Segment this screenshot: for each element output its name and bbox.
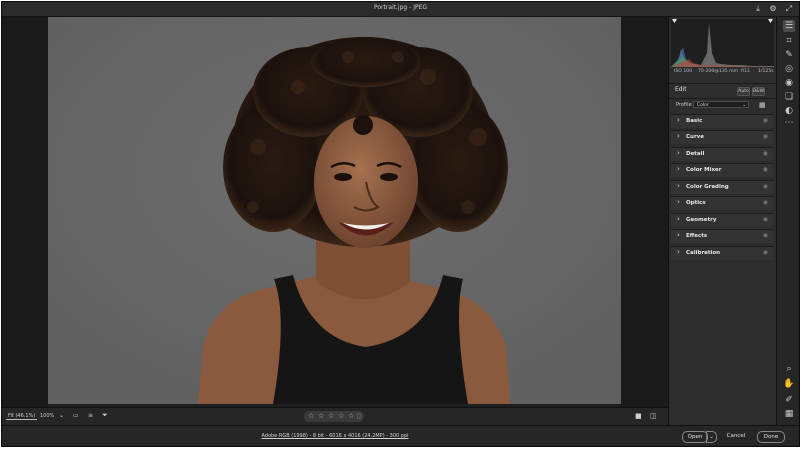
panel-label: Color Grading [686,184,729,190]
panel-calibration[interactable]: › Calibration ◉ [671,246,773,260]
more-icon[interactable]: ⋯ [783,117,795,129]
panel-label: Effects [686,233,708,239]
panel-color-grading[interactable]: › Color Grading ◉ [671,180,773,194]
zoom-icon[interactable]: ⌕ [783,363,795,375]
before-after-icon[interactable]: ◫ [650,412,657,420]
panel-label: Calibration [686,250,721,256]
panel-label: Geometry [686,217,717,223]
single-view-icon[interactable]: ■ [635,412,642,420]
chevron-right-icon: › [677,182,680,190]
redeye-icon[interactable]: ◉ [783,77,795,89]
star-icon[interactable]: ☆ [338,412,344,420]
done-button[interactable]: Done [757,431,785,443]
edit-title: Edit [675,86,687,93]
chevron-down-icon: ⌄ [742,103,746,108]
open-button[interactable]: Open [682,431,708,443]
profile-label: Profile [676,102,692,108]
panel-optics[interactable]: › Optics ◉ [671,196,773,210]
sort-icon[interactable]: ≡ [88,412,93,419]
profile-row: Profile Color ⌄ ▦ [669,99,776,111]
save-icon[interactable]: ⤓ [752,3,764,15]
panel-basic[interactable]: › Basic ◉ [671,114,773,128]
chevron-right-icon: › [677,215,680,223]
panel-detail[interactable]: › Detail ◉ [671,147,773,161]
grid-overlay-icon[interactable]: ▦ [783,408,795,420]
tool-strip: ☰ ⌗ ✎ ◎ ◉ ❏ ◐ ⋯ ⌕ ✋ ✐ ▦ [776,17,799,425]
visibility-eye-icon[interactable]: ◉ [763,150,768,157]
mask-icon[interactable]: ◎ [783,63,795,75]
visibility-eye-icon[interactable]: ◉ [763,117,768,124]
bw-button[interactable]: B&W [752,87,765,96]
exif-iso: ISO 100 [674,69,693,74]
chevron-right-icon: › [677,198,680,206]
panel-effects[interactable]: › Effects ◉ [671,229,773,243]
auto-button[interactable]: Auto [737,87,750,96]
panel-label: Optics [686,200,706,206]
fit-zoom-button[interactable]: Fit (46.1%) [6,413,38,420]
cancel-button[interactable]: Cancel [724,431,748,441]
right-gutter [621,17,668,407]
zoom-toolbar: Fit (46.1%) 100% ⌄ ▭ ≡ ⏷ ☆ ☆ ☆ ☆ ☆ ▯ ■ ◫ [2,407,668,426]
visibility-eye-icon[interactable]: ◉ [763,166,768,173]
fullscreen-icon[interactable]: ⤢ [783,3,795,15]
chevron-right-icon: › [677,116,680,124]
left-gutter [2,17,48,407]
chevron-right-icon: › [677,149,680,157]
panel-label: Color Mixer [686,167,722,173]
profile-value: Color [697,103,709,108]
profile-browser-icon[interactable]: ▦ [759,101,767,109]
chevron-right-icon: › [677,231,680,239]
star-icon[interactable]: ☆ [318,412,324,420]
chevron-right-icon: › [677,248,680,256]
title-bar: Portrait.jpg - JPEG ⤓ ⚙ ⤢ [2,2,799,17]
visibility-eye-icon[interactable]: ◉ [763,216,768,223]
edit-panel: ISO 100 70-200@135 mm f/11 1/125s Edit A… [668,17,776,425]
visibility-eye-icon[interactable]: ◉ [763,199,768,206]
visibility-eye-icon[interactable]: ◉ [763,249,768,256]
exif-shutter: 1/125s [758,69,774,74]
camera-raw-window: Portrait.jpg - JPEG ⤓ ⚙ ⤢ ISO 100 70-200… [1,1,800,447]
panel-label: Curve [686,134,704,140]
portrait-photo [48,17,621,404]
panel-label: Basic [686,118,703,124]
chevron-right-icon: › [677,165,680,173]
open-options-chevron-icon[interactable]: ⌄ [706,431,717,443]
healing-icon[interactable]: ✎ [783,49,795,61]
edit-header: Edit Auto B&W [669,83,776,99]
panel-color-mixer[interactable]: › Color Mixer ◉ [671,163,773,177]
color-sampler-icon[interactable]: ✐ [783,394,795,406]
star-icon[interactable]: ☆ [328,412,334,420]
snapshots-icon[interactable]: ◐ [783,105,795,117]
histogram [671,19,774,67]
chevron-right-icon: › [677,132,680,140]
panel-label: Detail [686,151,705,157]
zoom-100-button[interactable]: 100% [40,413,54,419]
panel-curve[interactable]: › Curve ◉ [671,130,773,144]
exif-info: ISO 100 70-200@135 mm f/11 1/125s [669,68,776,77]
panel-geometry[interactable]: › Geometry ◉ [671,213,773,227]
star-icon[interactable]: ☆ [308,412,314,420]
window-title: Portrait.jpg - JPEG [373,4,428,11]
profile-dropdown[interactable]: Color ⌄ [693,101,749,108]
exif-aperture: f/11 [741,69,751,74]
presets-icon[interactable]: ❏ [783,91,795,103]
gear-icon[interactable]: ⚙ [767,3,779,15]
image-preview[interactable] [48,17,621,404]
histogram-graph [671,19,774,67]
filter-icon[interactable]: ⏷ [102,411,108,420]
visibility-eye-icon[interactable]: ◉ [763,183,768,190]
star-icon[interactable]: ☆ [348,412,354,420]
visibility-eye-icon[interactable]: ◉ [763,232,768,239]
bottom-bar: Adobe RGB (1998) - 8 bit - 6016 x 4016 (… [2,425,799,446]
edit-sliders-icon[interactable]: ☰ [783,20,795,32]
filmstrip-icon[interactable]: ▭ [73,412,79,419]
exif-lens: 70-200@135 mm [698,69,739,74]
chevron-down-icon[interactable]: ⌄ [59,412,64,419]
hand-icon[interactable]: ✋ [783,378,795,390]
crop-icon[interactable]: ⌗ [783,35,795,47]
visibility-eye-icon[interactable]: ◉ [763,133,768,140]
star-rating: ☆ ☆ ☆ ☆ ☆ ▯ [304,411,364,422]
workflow-options-link[interactable]: Adobe RGB (1998) - 8 bit - 6016 x 4016 (… [2,433,668,439]
trash-icon[interactable]: ▯ [357,412,361,420]
